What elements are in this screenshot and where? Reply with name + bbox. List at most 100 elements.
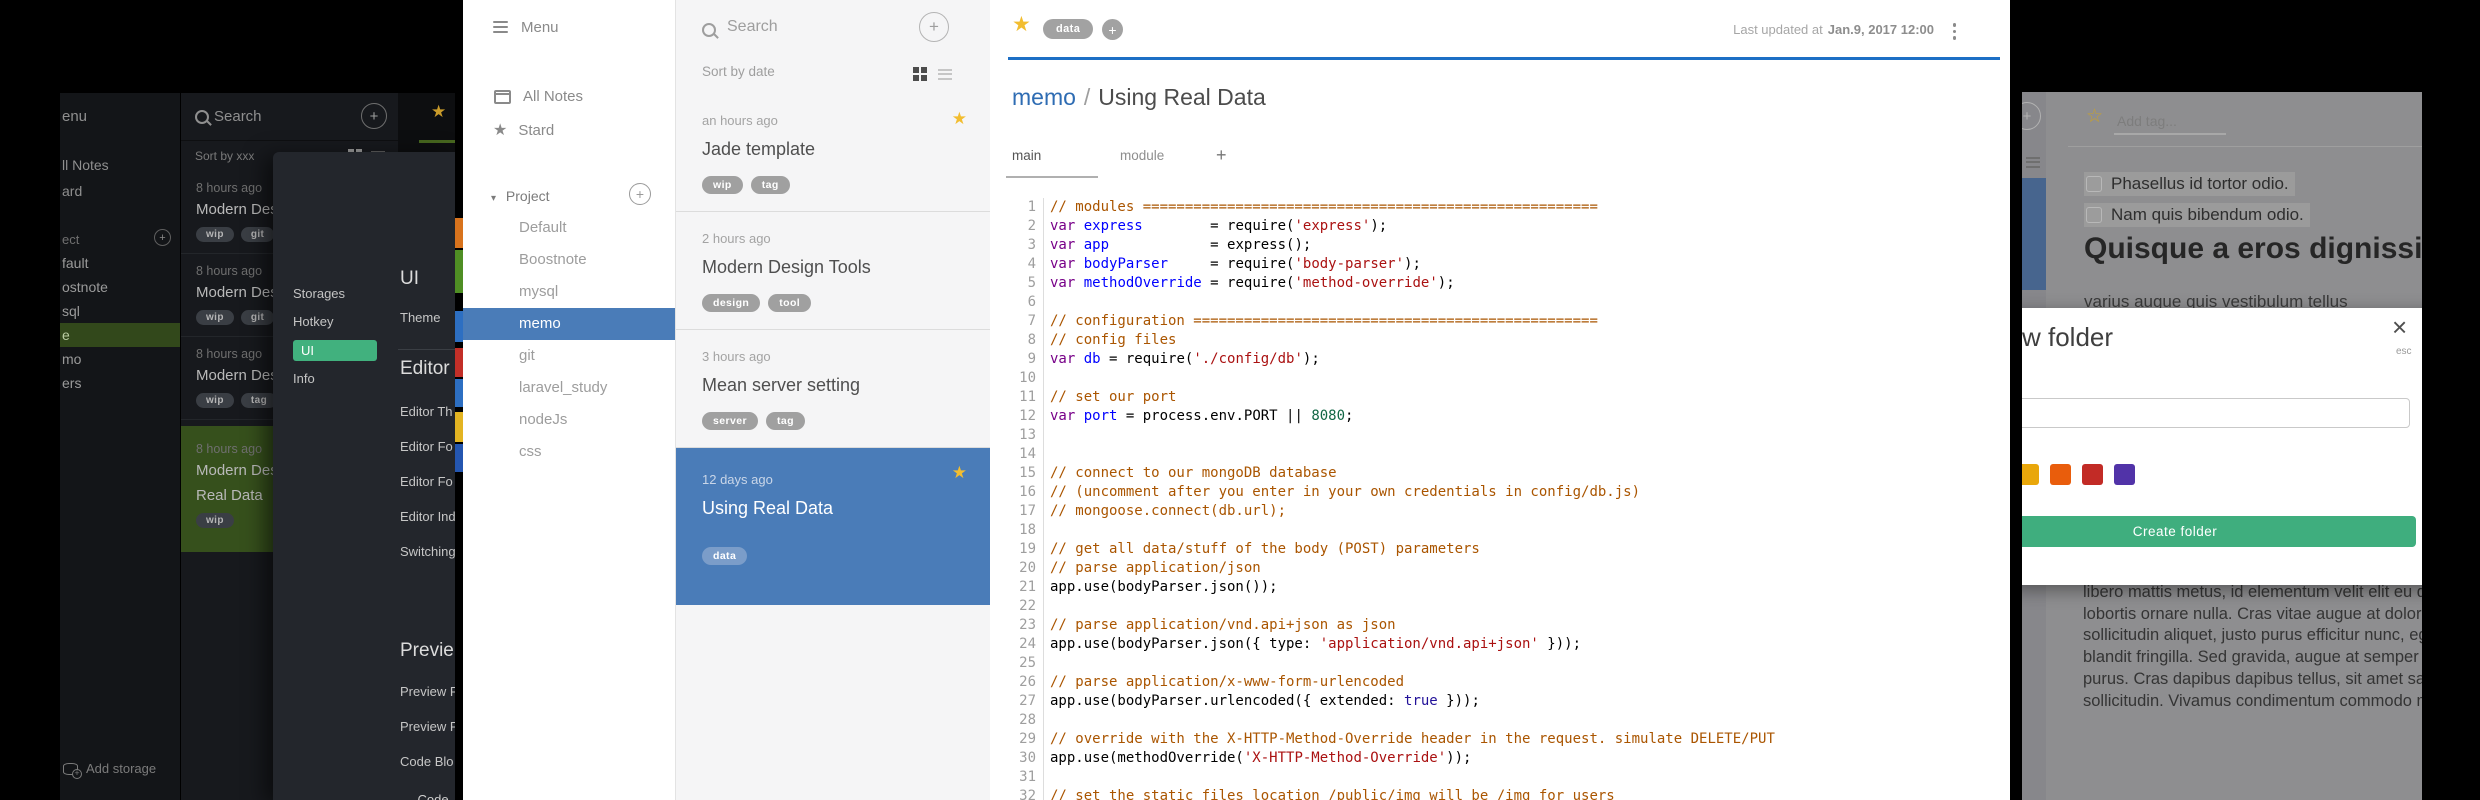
- folder-item[interactable]: e: [60, 323, 180, 347]
- project-section-toggle[interactable]: ▾ Project: [491, 188, 550, 204]
- tag-pill[interactable]: git: [240, 310, 275, 325]
- line-number: 27: [1008, 692, 1044, 711]
- folder-item[interactable]: laravel_study: [463, 372, 675, 404]
- tag-pill[interactable]: design: [702, 294, 761, 312]
- tag-pill[interactable]: wip: [196, 310, 234, 325]
- light-app-window: Menu All Notes ★ Stard ▾ Project + Defau…: [463, 0, 2010, 800]
- dark-sort-control[interactable]: Sort by xxx: [195, 149, 254, 163]
- sort-control[interactable]: Sort by date: [702, 64, 775, 79]
- menu-button[interactable]: Menu: [493, 18, 559, 36]
- star-icon[interactable]: ★: [952, 109, 967, 129]
- tag-pill[interactable]: wip: [702, 176, 743, 194]
- line-number: 13: [1008, 426, 1044, 445]
- settings-nav-item[interactable]: Storages: [293, 280, 383, 308]
- dark-add-folder-button[interactable]: +: [154, 229, 171, 246]
- color-sliver: [455, 412, 463, 442]
- tag-pill[interactable]: wip: [196, 227, 234, 242]
- tag-pill[interactable]: server: [702, 412, 758, 430]
- folder-item[interactable]: sql: [60, 299, 180, 323]
- note-tag-badge[interactable]: data: [1043, 19, 1094, 39]
- star-icon[interactable]: ★: [952, 463, 967, 483]
- tag-pill[interactable]: wip: [196, 513, 234, 528]
- code-token: // (uncomment after you enter in your ow…: [1050, 484, 1641, 500]
- sidebar-item-starred[interactable]: ★ Stard: [493, 120, 554, 140]
- updated-value: Jan.9, 2017 12:00: [1827, 22, 1934, 37]
- tag-pill[interactable]: data: [702, 547, 748, 565]
- code-line: 1 // modules ============================…: [1008, 198, 2010, 217]
- folder-item[interactable]: Boostnote: [463, 244, 675, 276]
- folder-item[interactable]: fault: [60, 251, 180, 275]
- sidebar-item-all-notes[interactable]: All Notes: [494, 88, 583, 105]
- settings-nav: Storages Hotkey UI Info: [293, 280, 383, 393]
- tag-pill[interactable]: tag: [765, 412, 805, 430]
- folder-item[interactable]: ostnote: [60, 275, 180, 299]
- folder-item[interactable]: ers: [60, 371, 180, 395]
- note-card[interactable]: an hours ago ★ Jade template wip tag: [676, 94, 991, 212]
- folder-item[interactable]: Default: [463, 212, 675, 244]
- dark-project-label[interactable]: ect: [62, 232, 79, 247]
- folder-color-swatch[interactable]: [2050, 464, 2071, 485]
- settings-checkbox-row[interactable]: Code B: [400, 792, 455, 800]
- code-editor[interactable]: 1 // modules ============================…: [1008, 198, 2010, 800]
- folder-color-swatch[interactable]: [2082, 464, 2103, 485]
- code-token: 'application/vnd.api+json': [1319, 636, 1539, 652]
- note-tags: design tool: [702, 294, 965, 312]
- folder-item[interactable]: memo: [463, 308, 675, 340]
- note-card[interactable]: 2 hours ago Modern Design Tools design tool: [676, 212, 991, 330]
- folder-item[interactable]: nodeJs: [463, 404, 675, 436]
- code-token: methodOverride: [1083, 275, 1202, 291]
- code-token: // connect to our mongoDB database: [1050, 465, 1337, 481]
- folder-item[interactable]: css: [463, 436, 675, 468]
- dark-menu-button[interactable]: enu: [62, 93, 87, 140]
- note-card[interactable]: 3 hours ago Mean server setting server tag: [676, 330, 991, 448]
- add-tag-button[interactable]: +: [1102, 19, 1123, 40]
- tab-module[interactable]: module: [1120, 148, 1164, 163]
- tag-pill[interactable]: tag: [240, 393, 278, 408]
- code-line: 17 // mongoose.connect(db.url);: [1008, 502, 2010, 521]
- new-note-button[interactable]: +: [919, 12, 949, 42]
- settings-nav-item[interactable]: Hotkey: [293, 308, 383, 336]
- folder-item[interactable]: mysql: [463, 276, 675, 308]
- dark-sidebar-item-starred[interactable]: ard: [62, 183, 82, 199]
- tag-pill[interactable]: git: [240, 227, 275, 242]
- tag-pill[interactable]: tool: [768, 294, 812, 312]
- note-card[interactable]: 12 days ago ★ Using Real Data data: [676, 448, 991, 605]
- dark-new-note-button[interactable]: +: [361, 103, 387, 129]
- code-token: var: [1050, 256, 1076, 272]
- add-folder-button[interactable]: +: [629, 183, 651, 205]
- star-icon: ★: [493, 122, 508, 139]
- dark-add-storage-button[interactable]: Add storage: [63, 761, 156, 779]
- tag-pill[interactable]: wip: [196, 393, 234, 408]
- folder-color-swatch[interactable]: [2114, 464, 2135, 485]
- search-input[interactable]: Search: [727, 18, 778, 36]
- dark-sidebar-item-all-notes[interactable]: ll Notes: [62, 157, 109, 173]
- project-label: Project: [505, 188, 550, 204]
- folder-item[interactable]: git: [463, 340, 675, 372]
- close-icon[interactable]: ×: [2392, 314, 2407, 340]
- grid-view-icon[interactable]: [913, 67, 927, 81]
- settings-item: Switching: [400, 544, 455, 559]
- window-gap: [2010, 0, 2022, 800]
- dark-search-input[interactable]: Search: [214, 93, 262, 140]
- settings-nav-item[interactable]: UI: [293, 340, 377, 361]
- add-snippet-tab-button[interactable]: +: [1216, 145, 1227, 166]
- line-number: 29: [1008, 730, 1044, 749]
- checkbox-label: Nam quis bibendum odio.: [2111, 205, 2304, 224]
- star-icon[interactable]: ★: [431, 102, 446, 122]
- dark-list-header: Search +: [181, 93, 399, 141]
- star-icon[interactable]: ★: [1012, 12, 1031, 37]
- tab-main[interactable]: main: [1005, 148, 1099, 178]
- code-token: );: [1370, 218, 1388, 234]
- tag-pill[interactable]: tag: [750, 176, 790, 194]
- breadcrumb-folder[interactable]: memo: [1012, 84, 1076, 110]
- kebab-menu-icon[interactable]: [1952, 20, 1956, 43]
- code-token: // parse application/json: [1050, 560, 1261, 576]
- create-folder-button[interactable]: Create folder: [2018, 516, 2416, 547]
- list-view-icon[interactable]: [938, 66, 952, 82]
- settings-nav-item[interactable]: Info: [293, 365, 383, 393]
- folder-name-input[interactable]: [2018, 398, 2410, 428]
- folder-item[interactable]: mo: [60, 347, 180, 371]
- settings-editor-heading: Editor: [400, 358, 450, 379]
